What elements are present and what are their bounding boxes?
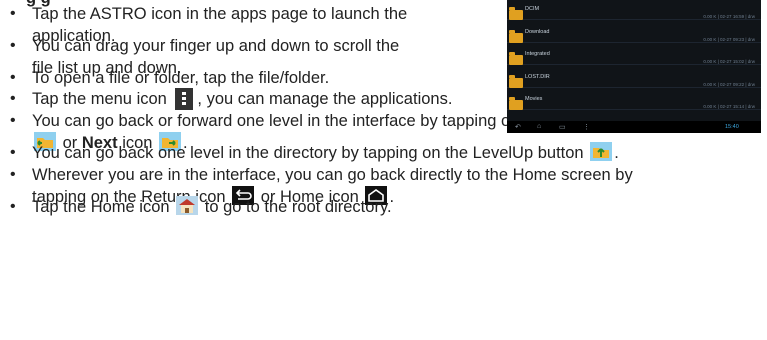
astro-file-manager-screenshot: DCIM 0.00 K | 02-27 16:59 | drw Download 0.… (507, 0, 761, 133)
text-run: Wherever you are in the interface, you c… (32, 166, 633, 184)
folder-meta: 0.00 K | 02-27 16:59 | drw (703, 14, 755, 19)
bullet-text-line: Tap the ASTRO icon in the apps page to l… (32, 3, 407, 25)
bullet-dot: • (10, 144, 16, 161)
file-list-row[interactable]: LOST.DIR 0.00 K | 02-27 09:22 | drw (507, 65, 761, 88)
bullet-dot: • (10, 90, 16, 107)
bullet-dot: • (10, 166, 16, 183)
status-clock: 15:40 (725, 124, 739, 130)
text-run: You can go back or forward one level in … (32, 112, 552, 130)
recent-apps-icon: ▭ (559, 124, 566, 131)
menu-dots-icon: ⋮ (583, 124, 590, 131)
text-run: Tap the ASTRO icon in the apps page to l… (32, 5, 408, 23)
file-list-row[interactable]: Integrated 0.00 K | 02-27 15:02 | drw (507, 42, 761, 65)
text-run: . (614, 144, 619, 162)
bullet-dot: • (10, 37, 16, 54)
folder-icon (509, 97, 523, 110)
house-icon (176, 196, 199, 215)
bullet-dot: • (10, 69, 16, 86)
text-run: You can go back one level in the directo… (32, 144, 589, 162)
text-run: You can drag your finger up and down to … (32, 37, 400, 55)
text-run: Tap the Home icon (32, 198, 175, 216)
bullet-dot: • (10, 5, 16, 22)
text-run: , you can manage the applications. (197, 90, 453, 108)
levelup-icon (590, 142, 613, 161)
bullet-dot: • (10, 198, 16, 215)
text-run: Tap the menu icon (32, 90, 172, 108)
folder-name: DCIM (525, 6, 540, 12)
folder-meta: 0.00 K | 02-27 15:02 | drw (703, 59, 755, 64)
folder-meta: 0.00 K | 02-27 15:14 | drw (703, 104, 755, 109)
android-nav-bar: ↶ ⌂ ▭ ⋮ 15:40 (507, 121, 761, 133)
file-list-row[interactable]: Movies 0.00 K | 02-27 15:14 | drw (507, 87, 761, 110)
folder-name: LOST.DIR (525, 73, 550, 80)
bullet-text-line: Tap the menu icon , you can manage the a… (32, 88, 452, 110)
file-list-row[interactable]: DCIM 0.00 K | 02-27 16:59 | drw (507, 0, 761, 20)
folder-name: Movies (525, 96, 543, 102)
folder-icon (509, 29, 523, 43)
home-icon: ⌂ (537, 123, 542, 130)
menu-icon (173, 88, 195, 110)
bullet-text-line: To open a file or folder, tap the file/f… (32, 67, 329, 89)
folder-icon (509, 52, 523, 65)
bullet-text-line: Tap the Home icon to go to the root dire… (32, 196, 392, 218)
back-icon: ↶ (515, 124, 521, 131)
bullet-text-line: You can drag your finger up and down to … (32, 35, 399, 57)
text-run: To open a file or folder, tap the file/f… (32, 69, 330, 87)
folder-icon (509, 7, 523, 20)
text-run: to go to the root directory. (200, 198, 392, 216)
folder-icon (509, 74, 523, 88)
bullet-text-line: Wherever you are in the interface, you c… (32, 164, 633, 186)
folder-meta: 0.00 K | 02-27 09:22 | drw (703, 81, 755, 87)
folder-name: Integrated (525, 51, 550, 57)
folder-name: Download (525, 28, 550, 35)
folder-meta: 0.00 K | 02-27 09:23 | drw (703, 36, 755, 42)
bullet-text-line: You can go back one level in the directo… (32, 142, 619, 164)
bullet-dot: • (10, 112, 16, 129)
file-list-row[interactable]: Download 0.00 K | 02-27 09:23 | drw (507, 20, 761, 43)
